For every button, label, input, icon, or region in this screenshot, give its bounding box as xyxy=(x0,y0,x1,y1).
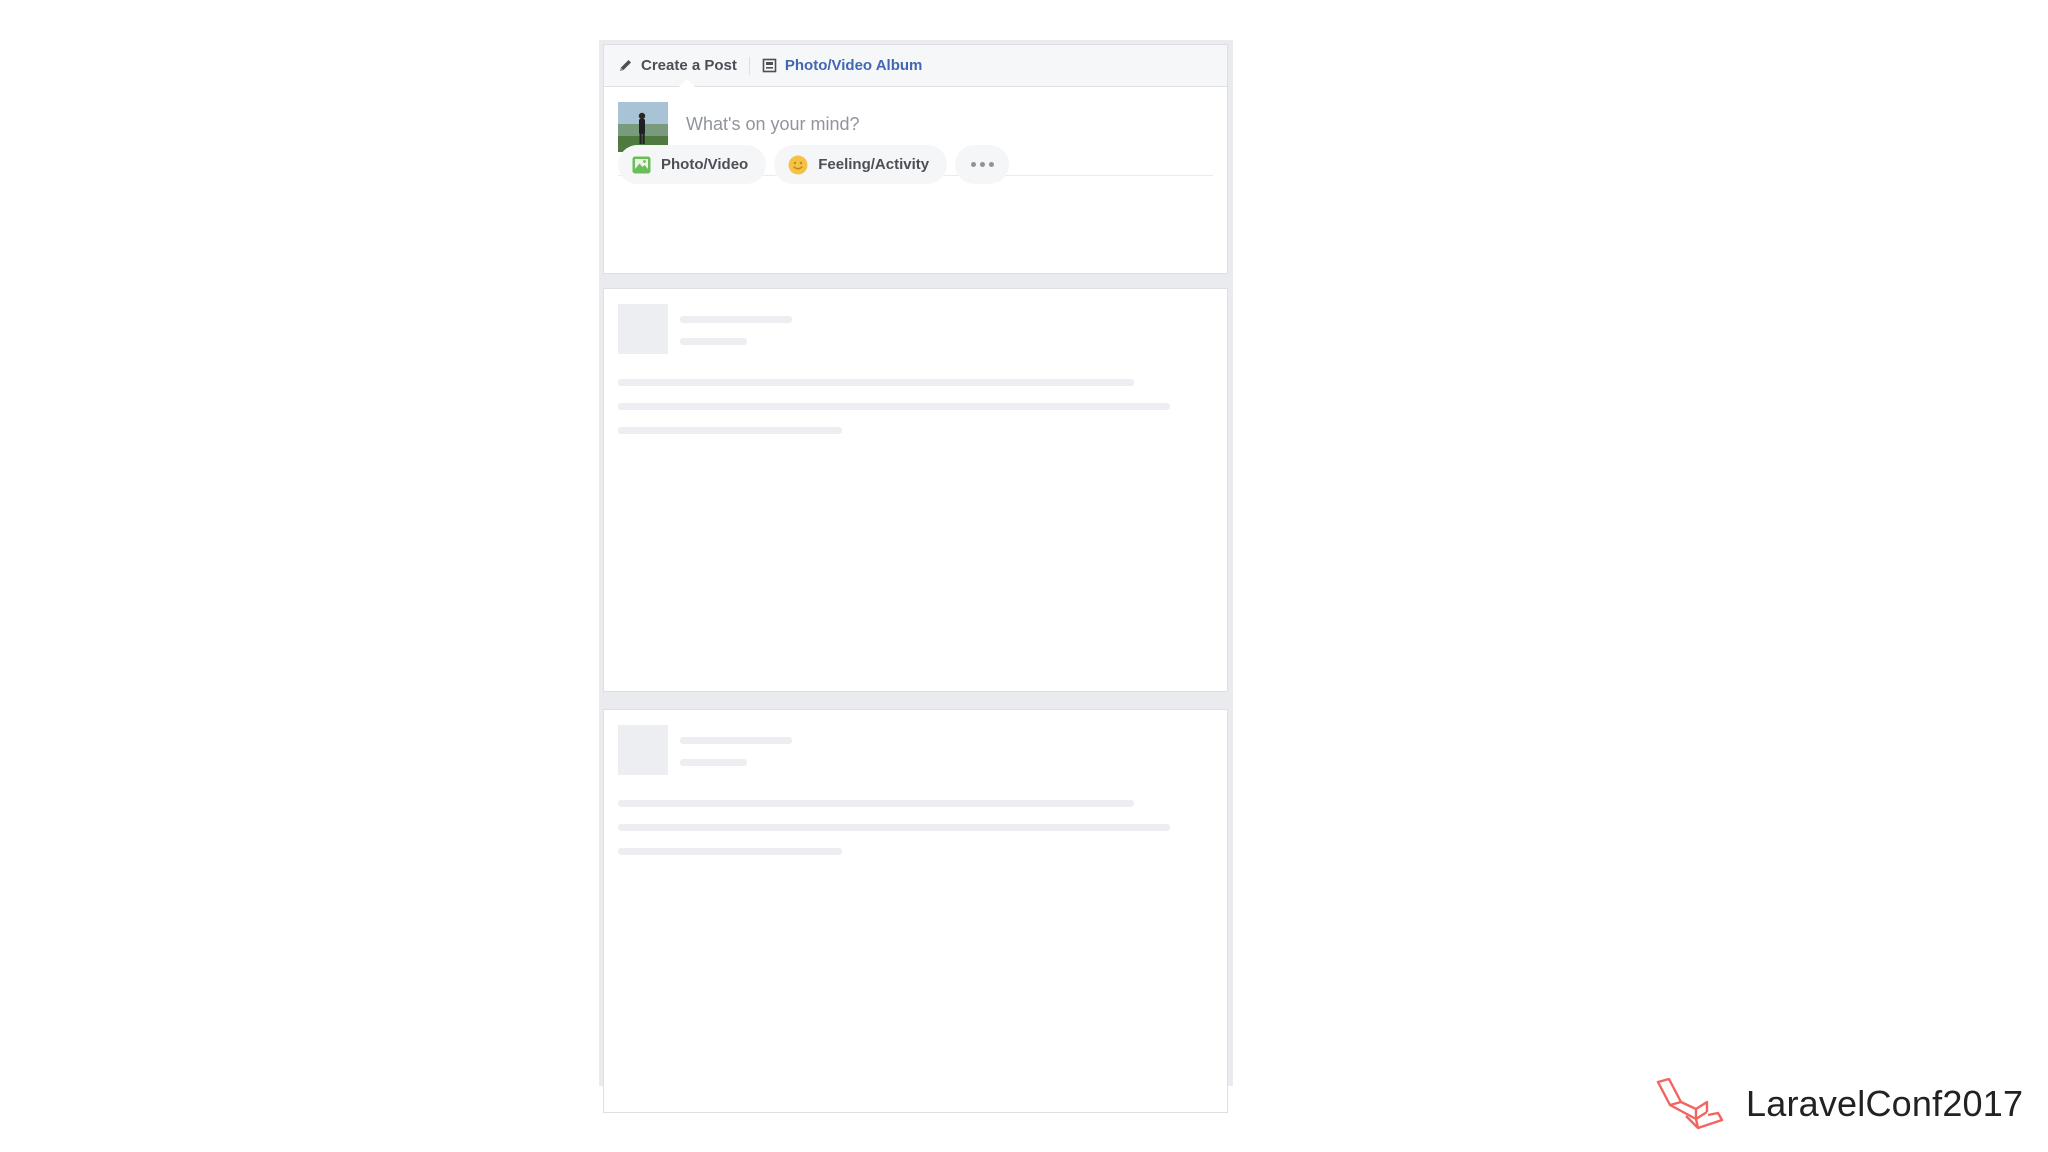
composer-tabs: Create a Post Photo/Video Album xyxy=(604,45,1227,87)
feeling-activity-button[interactable]: Feeling/Activity xyxy=(774,145,948,184)
tab-photo-video-album[interactable]: Photo/Video Album xyxy=(762,57,923,74)
photo-video-label: Photo/Video xyxy=(661,156,749,173)
post-input[interactable]: What's on your mind? xyxy=(686,114,860,135)
skeleton-avatar xyxy=(618,725,668,775)
skeleton-line xyxy=(680,338,747,345)
news-feed: Create a Post Photo/Video Album What's o… xyxy=(599,40,1233,1113)
post-composer: Create a Post Photo/Video Album What's o… xyxy=(603,44,1228,274)
skeleton-line xyxy=(618,848,842,855)
feeling-activity-label: Feeling/Activity xyxy=(818,156,930,173)
pencil-icon xyxy=(618,58,633,73)
active-tab-caret xyxy=(679,79,695,87)
brand-text: LaravelConf2017 xyxy=(1746,1083,2024,1124)
ellipsis-icon xyxy=(970,162,976,167)
laravel-logo xyxy=(1656,1078,1726,1130)
brand-watermark: LaravelConf2017 xyxy=(1656,1078,2023,1130)
skeleton-line xyxy=(618,800,1134,807)
skeleton-line xyxy=(618,824,1170,831)
skeleton-line xyxy=(618,427,842,434)
skeleton-line xyxy=(680,759,747,766)
photo-icon xyxy=(632,156,651,174)
skeleton-line xyxy=(618,403,1170,410)
tab-separator xyxy=(748,56,750,75)
tab-create-post[interactable]: Create a Post xyxy=(618,57,737,74)
skeleton-line xyxy=(680,316,792,323)
loading-post-placeholder xyxy=(603,288,1228,692)
more-options-button[interactable] xyxy=(955,145,1010,184)
photo-video-button[interactable]: Photo/Video xyxy=(618,145,767,184)
skeleton-line xyxy=(680,737,792,744)
skeleton-line xyxy=(618,379,1134,386)
loading-post-placeholder xyxy=(603,709,1228,1113)
album-icon xyxy=(762,58,777,73)
tab-photo-video-album-label: Photo/Video Album xyxy=(784,57,923,74)
composer-actions: Photo/Video Feeling/Activity xyxy=(618,145,1010,184)
smiley-icon xyxy=(788,155,808,175)
tab-create-post-label: Create a Post xyxy=(641,57,737,74)
skeleton-avatar xyxy=(618,304,668,354)
